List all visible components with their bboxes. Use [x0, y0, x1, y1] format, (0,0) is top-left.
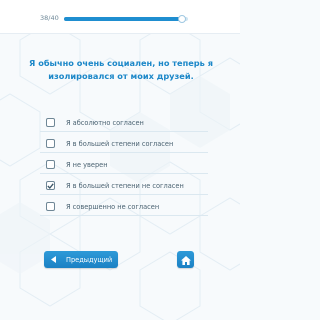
answer-option-5[interactable]: Я совершенно не согласен: [40, 198, 208, 216]
answer-option-4[interactable]: Я в большей степени не согласен: [40, 177, 208, 195]
previous-button[interactable]: Предыдущий: [44, 251, 118, 268]
answer-option-label: Я не уверен: [66, 160, 108, 169]
answer-option-label: Я совершенно не согласен: [66, 202, 160, 211]
answer-option-2[interactable]: Я в большей степени согласен: [40, 135, 208, 153]
progress-counter: 38/40: [40, 14, 59, 22]
question-text: Я обычно очень социален, но теперь я изо…: [29, 58, 213, 81]
checkbox-checked[interactable]: [46, 181, 55, 190]
answer-option-3[interactable]: Я не уверен: [40, 156, 208, 174]
progress-bar: [64, 15, 188, 23]
checkbox[interactable]: [46, 160, 55, 169]
answer-option-label: Я абсолютно согласен: [66, 118, 144, 127]
previous-button-label: Предыдущий: [66, 255, 113, 264]
home-icon: [180, 250, 191, 269]
checkbox[interactable]: [46, 202, 55, 211]
answer-option-label: Я в большей степени согласен: [66, 139, 174, 148]
progress-bar-fill: [64, 17, 182, 21]
chevron-left-icon: [50, 256, 58, 264]
checkmark-icon: [47, 182, 54, 189]
progress-header: 38/40: [0, 0, 240, 34]
answer-option-1[interactable]: Я абсолютно согласен: [40, 114, 208, 132]
checkbox[interactable]: [46, 118, 55, 127]
checkbox[interactable]: [46, 139, 55, 148]
answer-option-label: Я в большей степени не согласен: [66, 181, 184, 190]
home-button[interactable]: [177, 251, 194, 268]
progress-bar-knob: [177, 15, 186, 23]
